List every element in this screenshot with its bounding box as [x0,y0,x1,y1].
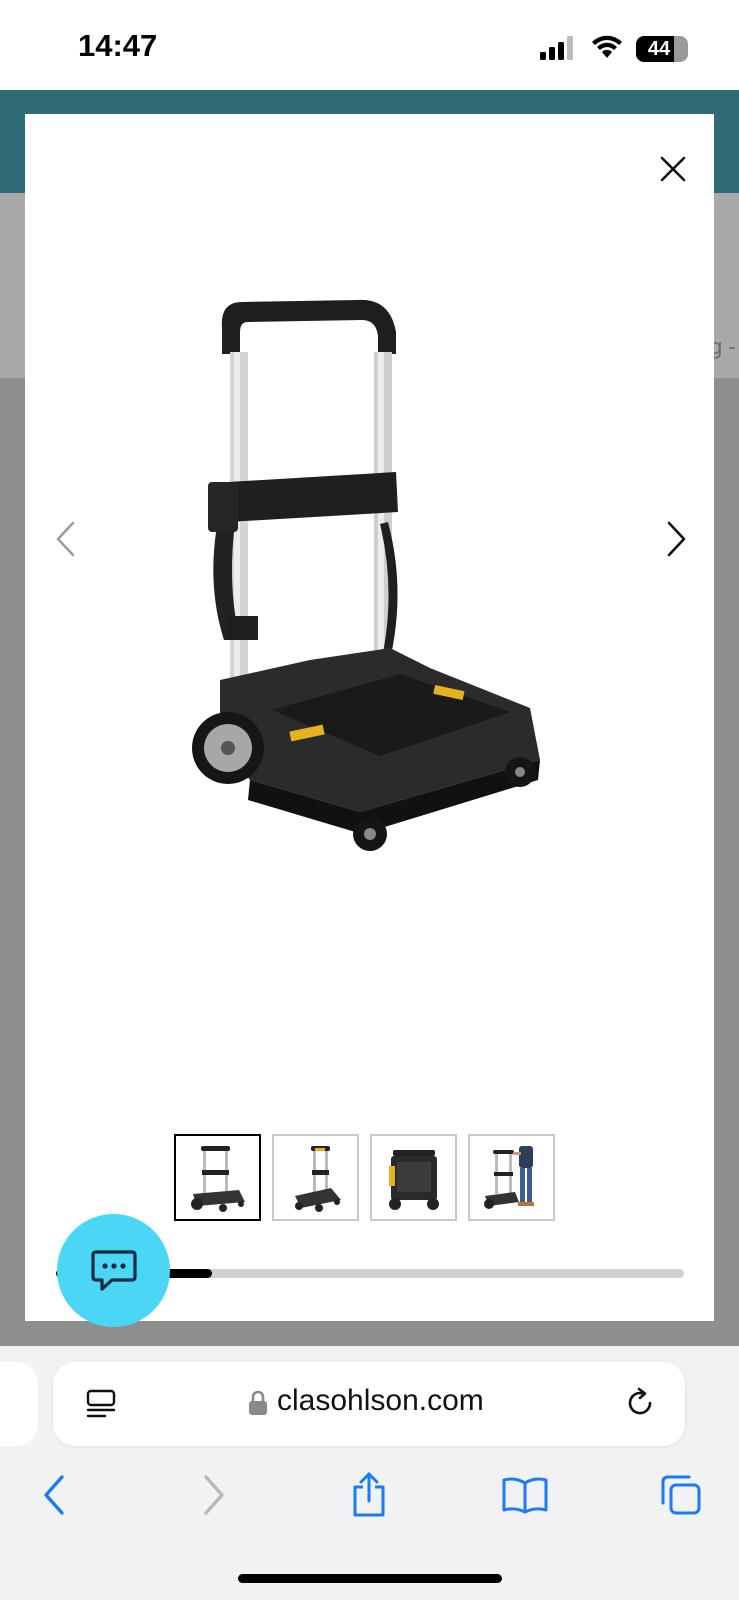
back-icon [44,1475,64,1515]
gallery-scrollbar-track[interactable] [150,1269,684,1278]
battery-level: 44 [647,38,671,60]
url-text: clasohlson.com [277,1384,484,1417]
forward-button[interactable] [188,1470,238,1520]
signal-icon [540,36,573,60]
thumbnail-4[interactable] [468,1134,555,1221]
chat-button[interactable] [57,1214,170,1327]
close-icon [660,156,686,182]
thumbnail-1[interactable] [174,1134,261,1221]
bookmarks-icon [502,1477,548,1514]
status-time: 14:47 [78,28,158,63]
wifi-icon [592,35,622,58]
tabs-icon [661,1475,701,1515]
trolley-thumbnail-icon [294,1145,341,1212]
product-image [192,299,540,851]
home-indicator[interactable] [238,1574,502,1583]
trolley-thumbnail-icon [483,1145,534,1209]
lock-icon [249,1390,267,1415]
back-button[interactable] [30,1470,80,1520]
thumbnail-3[interactable] [370,1134,457,1221]
address-bar[interactable]: clasohlson.com [53,1362,685,1446]
trolley-thumbnail-icon [190,1145,245,1212]
next-image-button[interactable] [656,515,696,563]
reload-icon[interactable] [623,1386,657,1420]
chat-bubble-icon [90,1249,137,1291]
thumbnail-2[interactable] [272,1134,359,1221]
share-button[interactable] [344,1470,394,1520]
tabs-button[interactable] [656,1470,706,1520]
forward-icon [204,1475,224,1515]
thumbnail-strip [174,1134,555,1222]
bookmarks-button[interactable] [500,1470,550,1520]
close-button[interactable] [650,146,696,192]
status-bar: 14:47 44 [0,0,739,90]
chevron-right-icon [667,521,686,557]
previous-tab-preview[interactable] [0,1362,38,1446]
trolley-thumbnail-icon [388,1149,439,1210]
reader-mode-icon[interactable] [85,1388,117,1420]
battery-icon: 44 [636,36,688,62]
previous-image-button[interactable] [46,515,86,563]
chevron-left-icon [56,521,75,557]
share-icon [353,1472,385,1517]
